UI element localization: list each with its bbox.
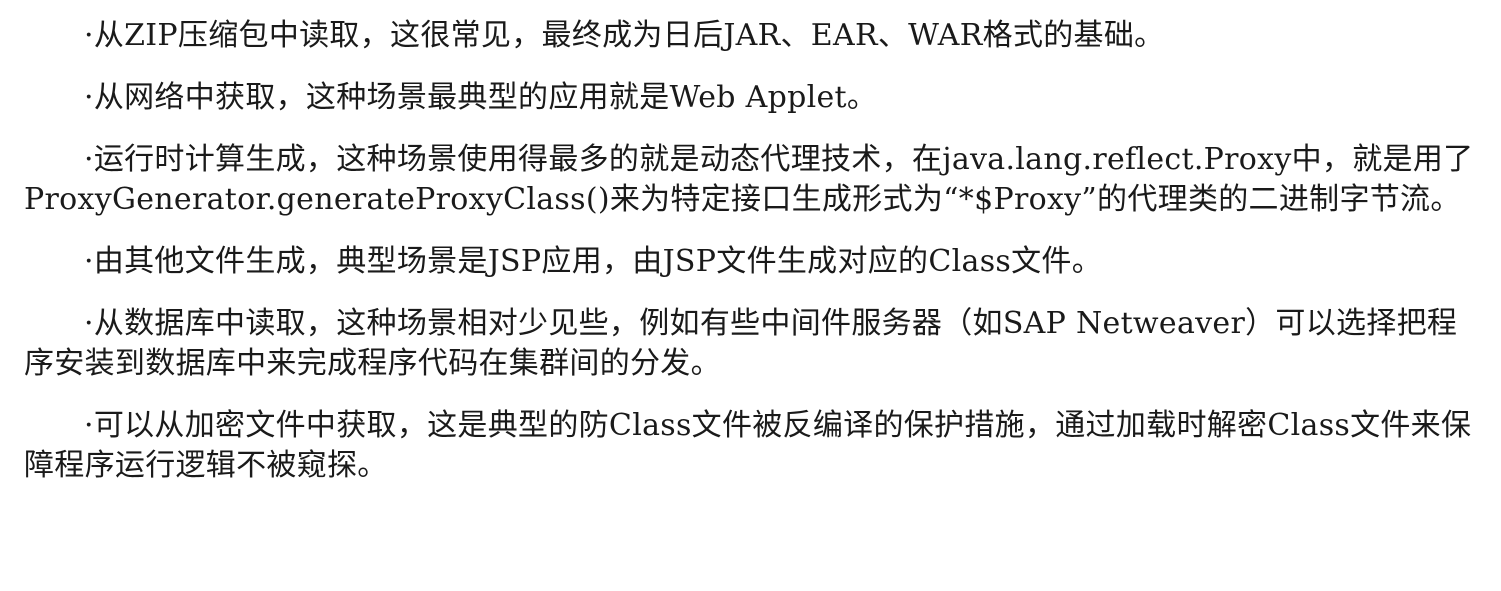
paragraph-database-source: ·从数据库中读取，这种场景相对少见些，例如有些中间件服务器（如SAP Netwe…	[24, 306, 1458, 381]
paragraph-encrypted-file-source: ·可以从加密文件中获取，这是典型的防Class文件被反编译的保护措施，通过加载时…	[24, 408, 1472, 483]
paragraph-other-file-generation: ·由其他文件生成，典型场景是JSP应用，由JSP文件生成对应的Class文件。	[84, 244, 1102, 279]
paragraph-zip-source: ·从ZIP压缩包中读取，这很常见，最终成为日后JAR、EAR、WAR格式的基础。	[84, 18, 1165, 53]
paragraph-network-source: ·从网络中获取，这种场景最典型的应用就是Web Applet。	[84, 80, 878, 115]
paragraph-runtime-generation: ·运行时计算生成，这种场景使用得最多的就是动态代理技术，在java.lang.r…	[24, 142, 1474, 217]
document-page: ·从ZIP压缩包中读取，这很常见，最终成为日后JAR、EAR、WAR格式的基础。…	[0, 0, 1501, 591]
